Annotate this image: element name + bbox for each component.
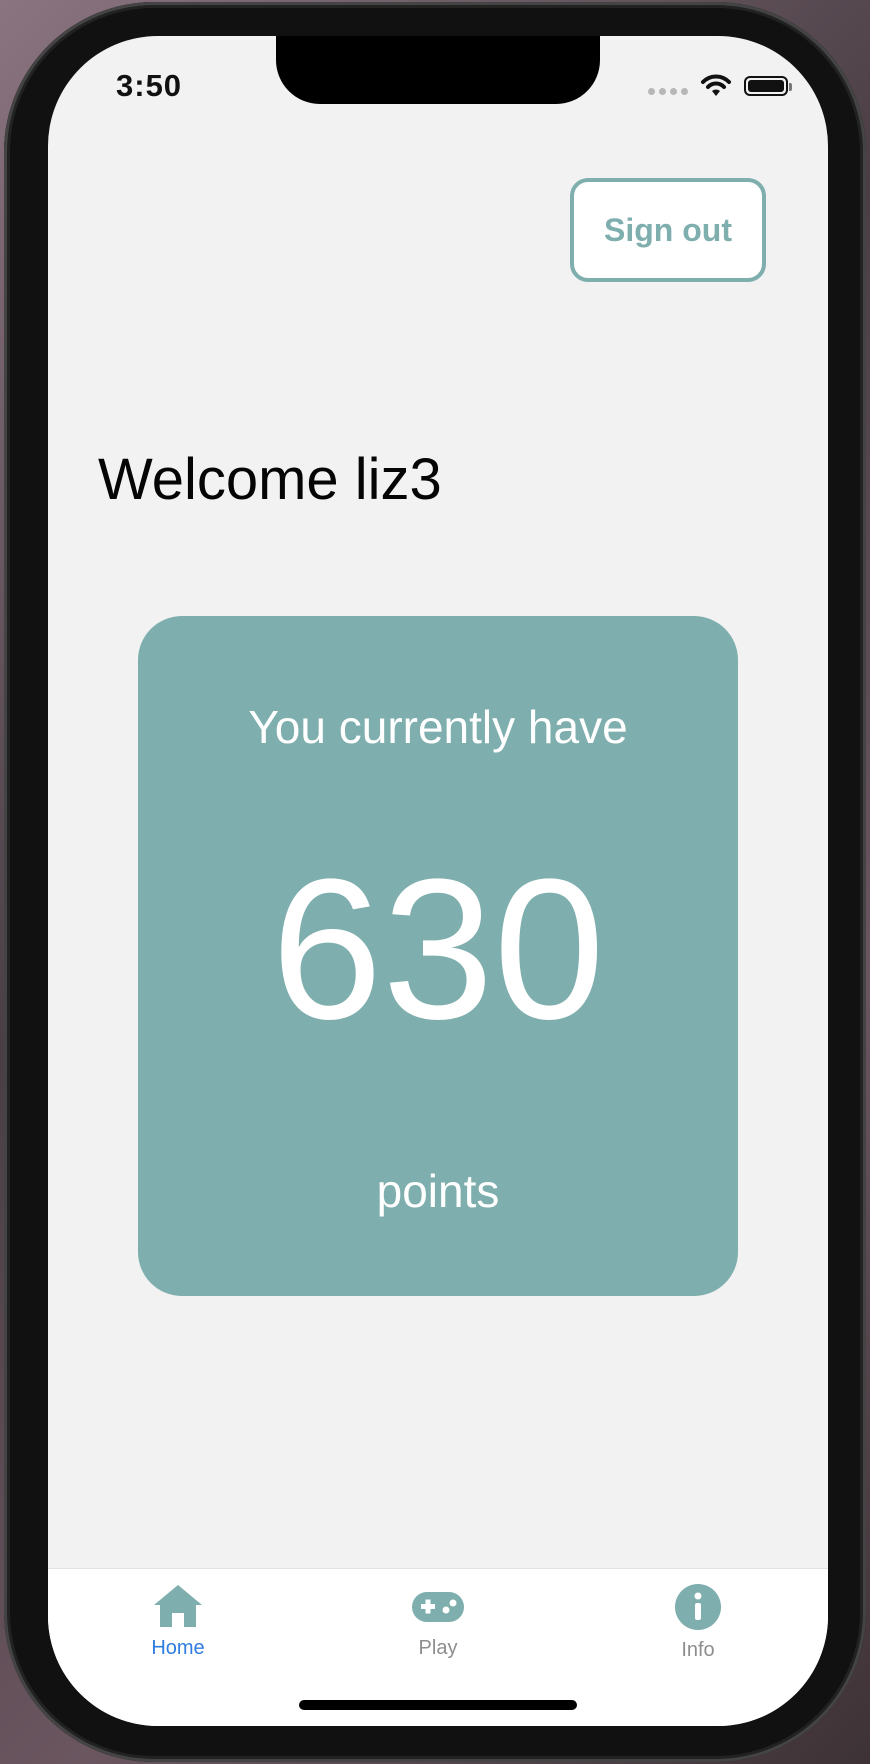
tab-home-label: Home <box>151 1637 205 1659</box>
phone-frame: 3:50 Sign out Welcome liz3 You currently… <box>4 2 866 1762</box>
info-icon <box>675 1584 721 1630</box>
sign-out-button[interactable]: Sign out <box>570 178 766 282</box>
tab-home[interactable]: Home <box>78 1569 278 1679</box>
welcome-heading: Welcome liz3 <box>98 447 442 512</box>
tab-info-label: Info <box>681 1639 715 1661</box>
gamepad-icon <box>412 1592 464 1622</box>
points-card: You currently have 630 points <box>138 616 738 1296</box>
device-notch <box>276 36 600 104</box>
home-icon <box>154 1585 202 1627</box>
cellular-signal-icon <box>648 87 688 95</box>
wifi-icon <box>701 74 731 96</box>
points-value: 630 <box>271 838 605 1061</box>
tab-play-label: Play <box>418 1637 458 1659</box>
tab-play[interactable]: Play <box>338 1569 538 1679</box>
tab-info[interactable]: Info <box>598 1569 798 1679</box>
points-card-label: You currently have <box>248 701 628 753</box>
status-time: 3:50 <box>116 68 183 103</box>
status-icons <box>648 74 792 98</box>
app-screen: 3:50 Sign out Welcome liz3 You currently… <box>48 36 828 1726</box>
points-unit: points <box>376 1165 500 1217</box>
battery-icon <box>744 76 792 96</box>
home-indicator[interactable] <box>299 1700 577 1710</box>
